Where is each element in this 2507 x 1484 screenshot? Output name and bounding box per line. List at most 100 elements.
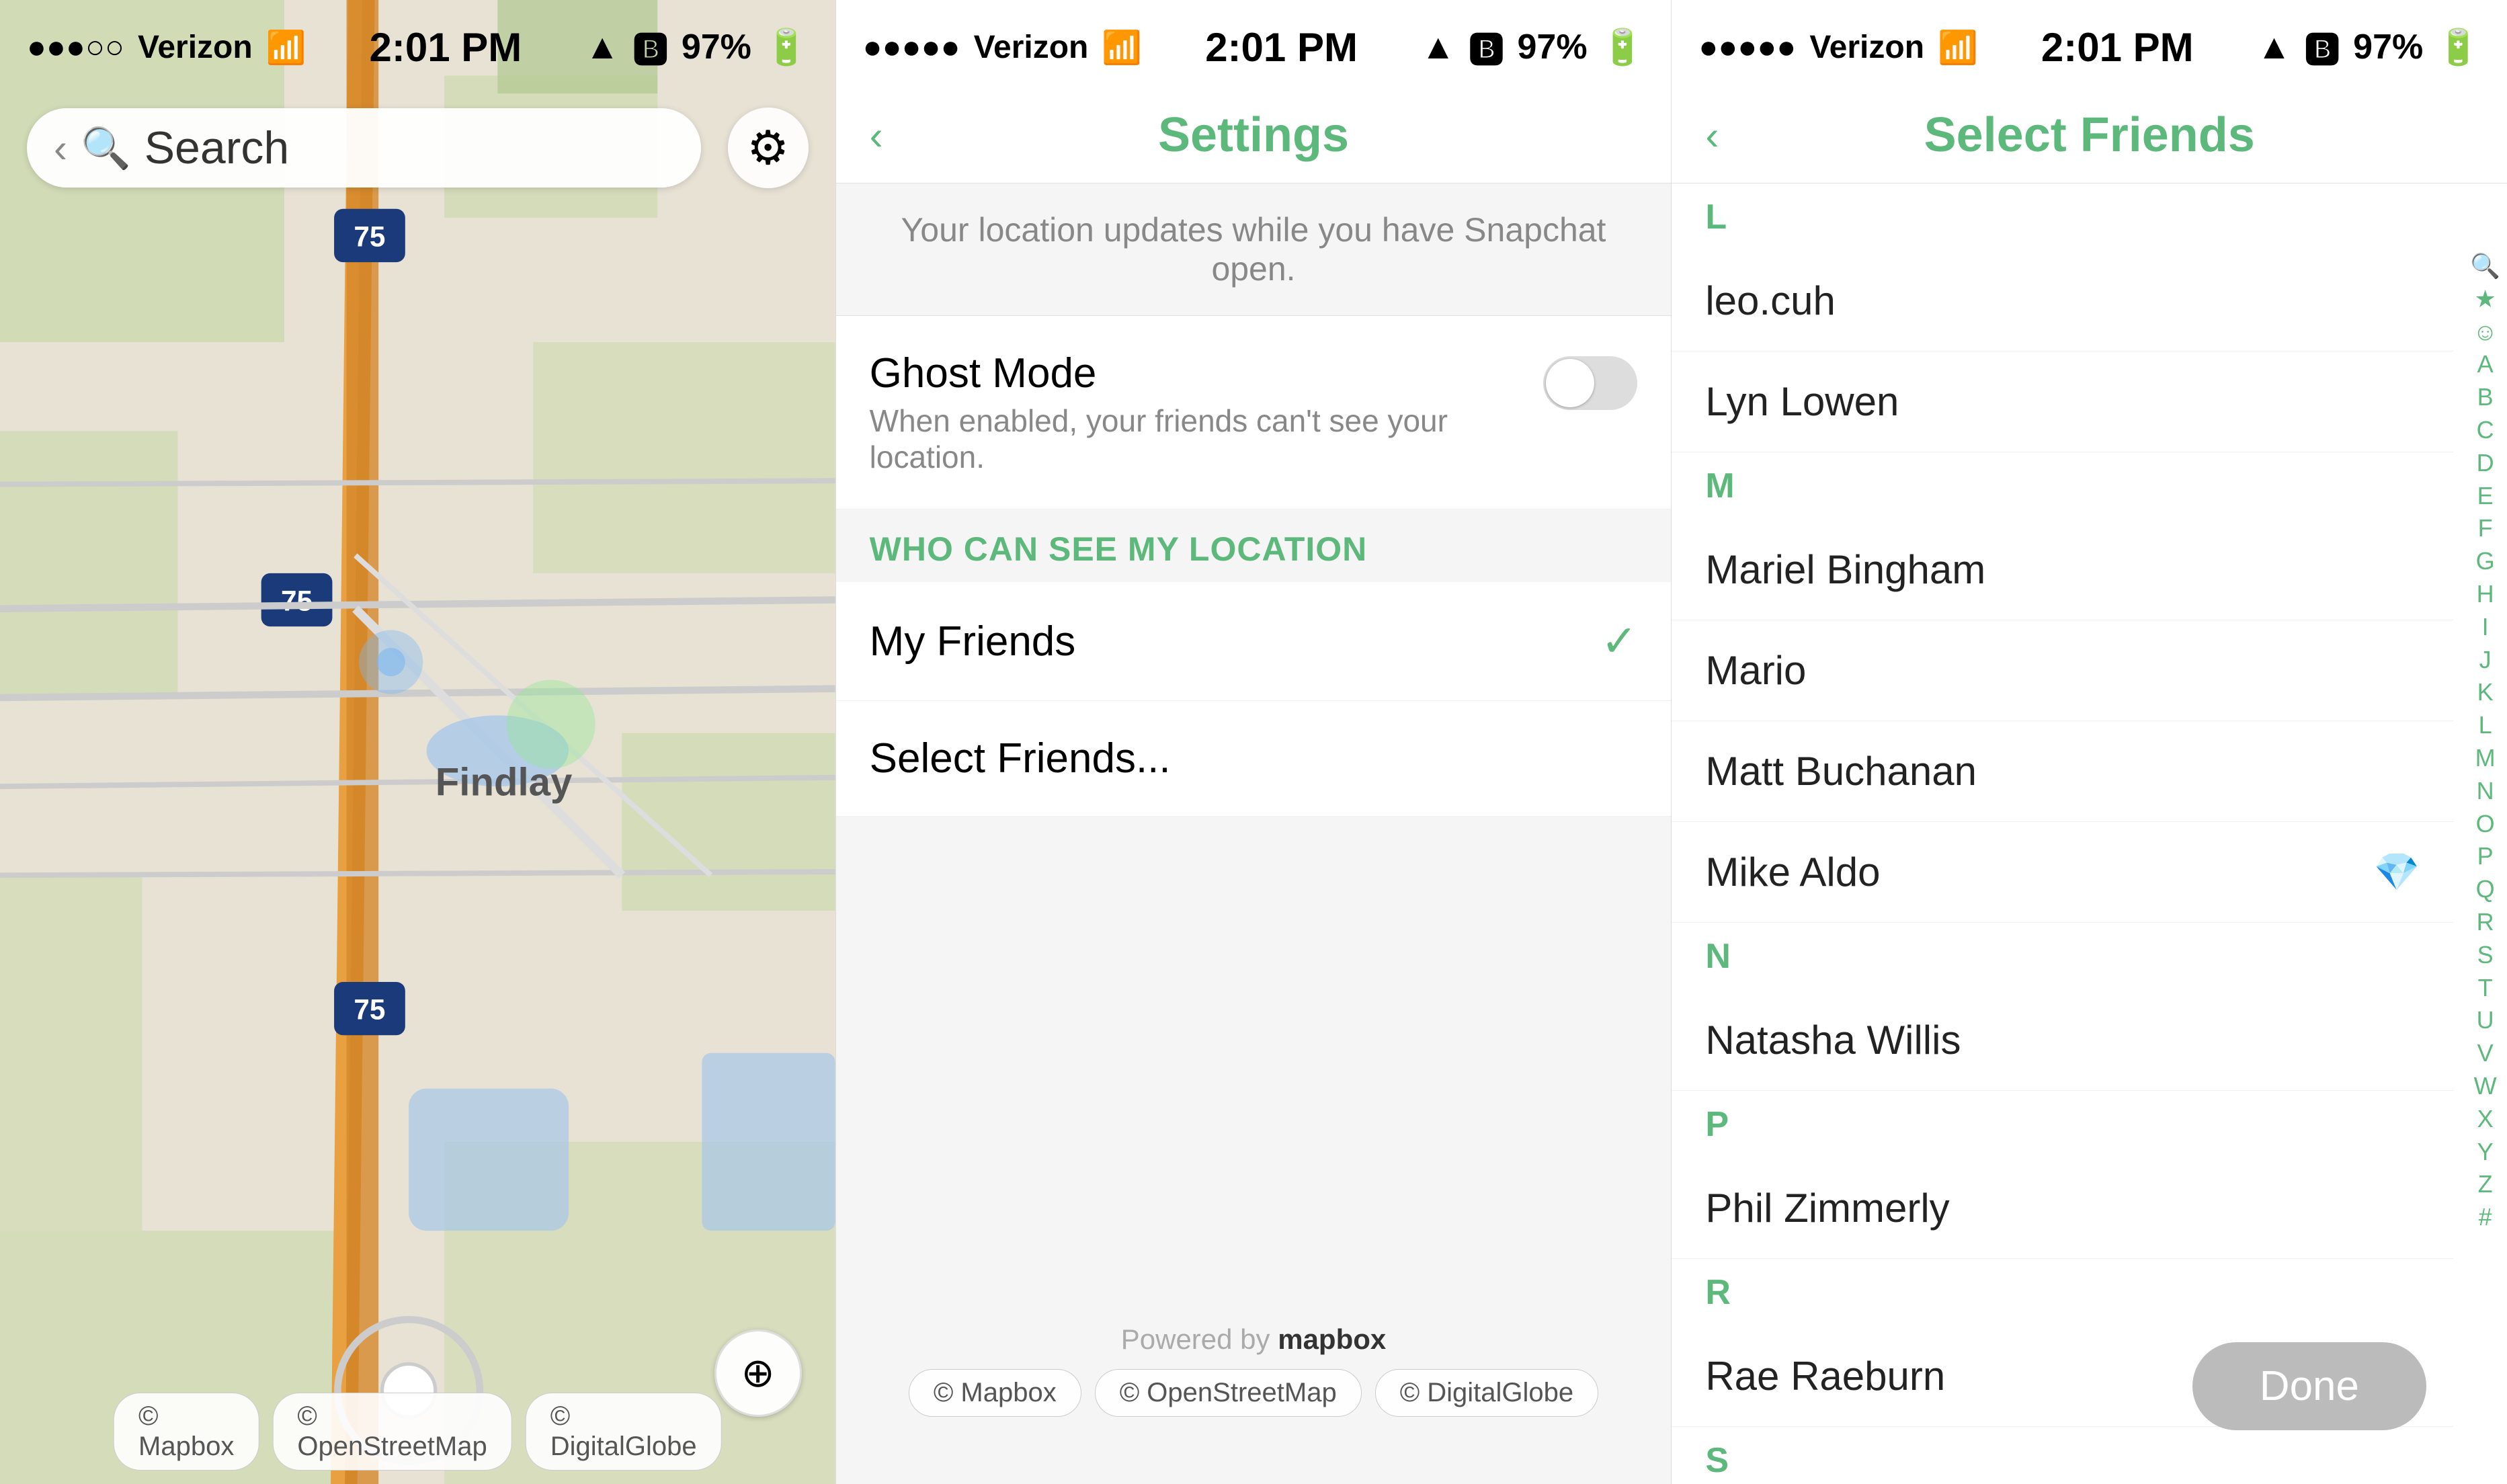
friend-name: Mike Aldo [1705, 849, 2363, 895]
friends-status-bar: ●●●●● Verizon 📶 2:01 PM ▲ 🅱 97% 🔋 [1672, 0, 2507, 94]
alpha-M[interactable]: M [2475, 743, 2496, 774]
friend-name: Mario [1705, 647, 2420, 694]
alpha-E[interactable]: E [2477, 481, 2494, 512]
back-arrow-icon[interactable]: ‹ [54, 125, 67, 171]
openstreetmap-credit: © OpenStreetMap [272, 1393, 511, 1471]
f-carrier-name: Verizon [1809, 29, 1924, 66]
alpha-B[interactable]: B [2477, 382, 2494, 413]
alpha-N[interactable]: N [2477, 776, 2494, 807]
ghost-mode-toggle[interactable] [1543, 356, 1637, 410]
status-right: ▲ 🅱 97% 🔋 [585, 22, 808, 73]
friends-status-right: ▲ 🅱 97% 🔋 [2257, 22, 2480, 73]
alpha-hash[interactable]: # [2479, 1202, 2492, 1233]
alpha-K[interactable]: K [2477, 677, 2494, 708]
s-bluetooth-icon: 🅱 [1469, 22, 1504, 73]
svg-text:75: 75 [354, 993, 385, 1025]
digitalglobe-credit: © DigitalGlobe [526, 1393, 722, 1471]
alpha-V[interactable]: V [2477, 1038, 2494, 1069]
section-header-S: S [1672, 1427, 2453, 1484]
toggle-knob [1546, 359, 1594, 407]
search-label: Search [145, 122, 289, 174]
who-can-see-label: WHO CAN SEE MY LOCATION [836, 509, 1672, 582]
f-battery-percent: 97% [2353, 27, 2423, 67]
friend-item[interactable]: Lyn Lowen [1672, 352, 2453, 452]
alpha-G[interactable]: G [2476, 546, 2495, 577]
location-icon: ▲ [585, 27, 619, 67]
alpha-index: 🔍 ★ ☺ A B C D E F G H I J K L M N O P Q … [2470, 251, 2507, 1233]
s-wifi-icon: 📶 [1102, 28, 1142, 67]
alpha-face[interactable]: ☺ [2473, 317, 2498, 348]
my-friends-row[interactable]: My Friends ✓ [836, 582, 1672, 701]
friends-status-left: ●●●●● Verizon 📶 [1698, 28, 1977, 67]
alpha-T[interactable]: T [2478, 973, 2493, 1004]
alpha-I[interactable]: I [2482, 612, 2489, 643]
friend-item[interactable]: leo.cuh [1672, 251, 2453, 352]
mapbox-logo: mapbox [1278, 1323, 1386, 1355]
settings-info-text: Your location updates while you have Sna… [836, 183, 1672, 316]
section-header-N: N [1672, 923, 2453, 990]
battery-icon: 🔋 [765, 27, 809, 68]
mapbox-credit: © Mapbox [114, 1393, 259, 1471]
done-button-wrapper: Done [2192, 1342, 2426, 1430]
alpha-Z[interactable]: Z [2478, 1169, 2493, 1200]
bluetooth-icon: 🅱 [633, 22, 668, 73]
alpha-J[interactable]: J [2479, 645, 2492, 676]
alpha-C[interactable]: C [2477, 415, 2494, 446]
friend-name: Matt Buchanan [1705, 748, 2420, 794]
location-arrow-icon: ⊕ [741, 1350, 775, 1397]
alpha-D[interactable]: D [2477, 448, 2494, 479]
current-location-button[interactable]: ⊕ [714, 1329, 802, 1417]
alpha-F[interactable]: F [2478, 513, 2493, 544]
powered-by-text: Powered by mapbox [850, 1323, 1658, 1356]
settings-header: ‹ Settings [836, 94, 1672, 183]
friends-back-button[interactable]: ‹ [1705, 112, 1719, 159]
s-battery-icon: 🔋 [1601, 27, 1645, 68]
alpha-X[interactable]: X [2477, 1104, 2494, 1135]
alpha-star[interactable]: ★ [2474, 284, 2496, 315]
carrier-text: ●●●○○ [27, 29, 124, 66]
settings-status-right: ▲ 🅱 97% 🔋 [1421, 22, 1644, 73]
friend-item[interactable]: Mariel Bingham [1672, 520, 2453, 620]
alpha-P[interactable]: P [2477, 841, 2494, 872]
settings-back-button[interactable]: ‹ [870, 112, 883, 159]
friend-name: Phil Zimmerly [1705, 1185, 2420, 1231]
friend-name: leo.cuh [1705, 278, 2420, 324]
settings-time: 2:01 PM [1205, 24, 1358, 71]
friend-name: Natasha Willis [1705, 1017, 2420, 1063]
ghost-mode-subtitle: When enabled, your friends can't see you… [870, 403, 1544, 475]
search-bar[interactable]: ‹ 🔍 Search [27, 108, 701, 188]
alpha-R[interactable]: R [2477, 907, 2494, 938]
friends-list[interactable]: L leo.cuh Lyn Lowen M Mariel Bingham Mar… [1672, 183, 2507, 1484]
alpha-Q[interactable]: Q [2476, 874, 2495, 905]
alpha-search[interactable]: 🔍 [2470, 251, 2500, 282]
friend-item[interactable]: Phil Zimmerly [1672, 1158, 2453, 1259]
map-bottom-controls: ⊕ [714, 1329, 802, 1417]
map-background: 75 75 75 Findlay [0, 0, 835, 1484]
s-osm-credit: © OpenStreetMap [1095, 1369, 1362, 1417]
friend-name: Mariel Bingham [1705, 546, 2420, 593]
friend-badge: 💎 [2374, 850, 2420, 894]
alpha-S[interactable]: S [2477, 940, 2494, 971]
alpha-L[interactable]: L [2479, 710, 2492, 741]
alpha-Y[interactable]: Y [2477, 1137, 2494, 1168]
checkmark-icon: ✓ [1601, 616, 1637, 667]
alpha-U[interactable]: U [2477, 1005, 2494, 1036]
friends-title: Select Friends [1924, 108, 2255, 163]
status-left: ●●●○○ Verizon 📶 [27, 28, 306, 67]
s-battery-percent: 97% [1518, 27, 1588, 67]
friend-item[interactable]: Natasha Willis [1672, 990, 2453, 1091]
friends-panel: ●●●●● Verizon 📶 2:01 PM ▲ 🅱 97% 🔋 ‹ Sele… [1672, 0, 2507, 1484]
f-bluetooth-icon: 🅱 [2305, 22, 2340, 73]
svg-text:75: 75 [281, 585, 313, 616]
friend-item[interactable]: Mario [1672, 620, 2453, 721]
select-friends-row[interactable]: Select Friends... [836, 701, 1672, 817]
gear-button[interactable]: ⚙ [728, 108, 809, 188]
alpha-W[interactable]: W [2474, 1071, 2497, 1102]
alpha-H[interactable]: H [2477, 579, 2494, 610]
alpha-A[interactable]: A [2477, 349, 2494, 380]
alpha-O[interactable]: O [2476, 809, 2495, 840]
select-friends-label: Select Friends... [870, 735, 1171, 782]
friend-item[interactable]: Matt Buchanan [1672, 721, 2453, 822]
done-button[interactable]: Done [2192, 1342, 2426, 1430]
friend-item[interactable]: Mike Aldo 💎 [1672, 822, 2453, 923]
